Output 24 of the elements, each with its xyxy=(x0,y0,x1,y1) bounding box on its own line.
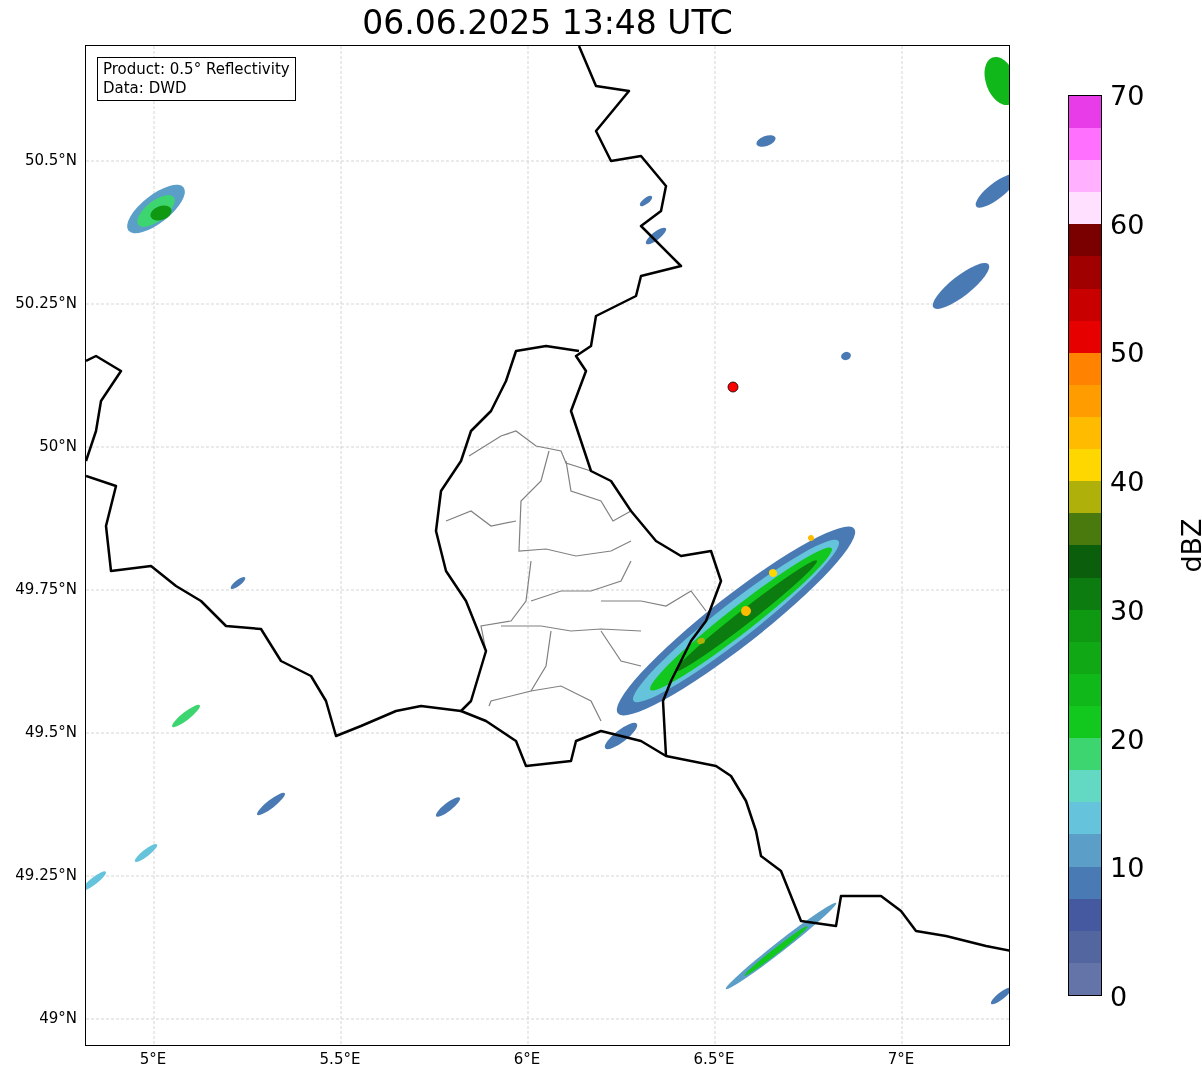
colorbar-tick-label: 20 xyxy=(1110,725,1145,753)
chart-title: 06.06.2025 13:48 UTC xyxy=(362,6,733,39)
latitude-label: 49.25°N xyxy=(15,867,77,883)
latitude-label: 49.5°N xyxy=(24,724,77,740)
colorbar-tick-label: 50 xyxy=(1110,338,1145,366)
longitude-label: 5.5°E xyxy=(319,1052,361,1067)
colorbar-tick-label: 70 xyxy=(1110,81,1145,109)
colorbar-tick-label: 40 xyxy=(1110,467,1145,495)
latitude-label: 50.5°N xyxy=(24,152,77,168)
legend-text: Product: 0.5° Reflectivity xyxy=(103,60,290,79)
longitude-label: 5°E xyxy=(139,1052,167,1067)
colorbar-tick-label: 60 xyxy=(1110,210,1145,238)
latitude-label: 50°N xyxy=(39,438,77,454)
longitude-label: 7°E xyxy=(887,1052,915,1067)
colorbar-tick-label: 10 xyxy=(1110,853,1145,881)
colorbar-label: dBZ xyxy=(1177,518,1202,573)
latitude-label: 50.25°N xyxy=(15,295,77,311)
latitude-label: 49.75°N xyxy=(15,581,77,597)
longitude-label: 6.5°E xyxy=(693,1052,735,1067)
colorbar-tick-label: 0 xyxy=(1110,982,1128,1010)
latitude-label: 49°N xyxy=(39,1010,77,1026)
legend-text: Data: DWD xyxy=(103,79,188,98)
colorbar-tick-label: 30 xyxy=(1110,596,1145,624)
longitude-label: 6°E xyxy=(513,1052,541,1067)
